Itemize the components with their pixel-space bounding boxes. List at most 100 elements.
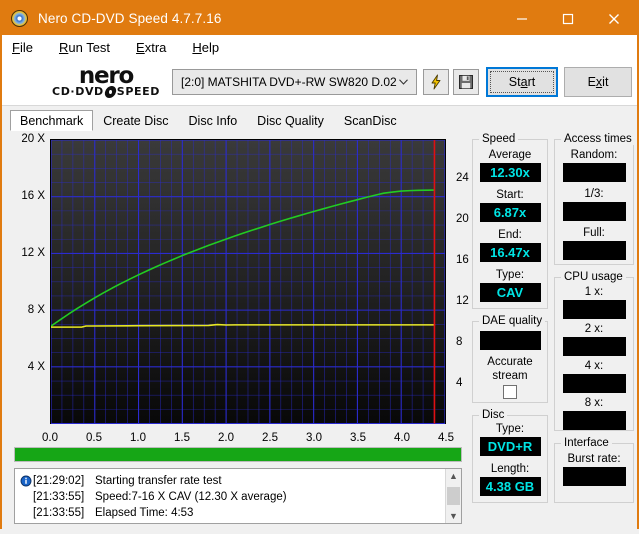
log-timestamp: [21:29:02] [33,475,85,487]
cpu-usage-group: CPU usage 1 x: 2 x: 4 x: 8 x: [554,271,634,431]
chart-y-tick: 4 X [27,361,45,373]
access-third-value [562,202,626,221]
floppy-save-icon [459,75,473,89]
speed-type-label: Type: [495,269,525,281]
drive-select[interactable]: [2:0] MATSHITA DVD+-RW SW820 D.02 [172,69,417,95]
exit-button-label-pre: E [587,75,596,89]
tab-create-disc[interactable]: Create Disc [93,111,179,131]
nero-logo: nero CD·DVD SPEED [26,60,186,104]
disc-type-label: Type: [495,423,525,435]
drive-select-value: [2:0] MATSHITA DVD+-RW SW820 D.02 [181,75,397,89]
tab-benchmark-label: Benchmark [20,113,84,128]
start-button[interactable]: St a rt [486,67,558,97]
dae-quality-value [479,331,541,350]
chart-x-tick: 1.0 [130,432,146,444]
menu-run-test[interactable]: Run Test [59,40,110,55]
speed-average-label: Average [488,149,532,161]
chart-y-tick: 12 X [21,247,45,259]
scroll-down-icon[interactable]: ▼ [449,511,458,521]
menu-file-label: ile [19,40,33,55]
toolbar: nero CD·DVD SPEED [2:0] MATSHITA DVD+-RW… [2,61,637,106]
chart-y-tick: 8 X [27,304,45,316]
interface-group: Interface Burst rate: [554,437,634,503]
disc-icon [103,86,118,98]
cpu-2x-label: 2 x: [584,323,604,335]
tab-disc-quality-label: Disc Quality [257,114,324,128]
log-message: Starting transfer rate test [95,475,222,487]
info-icon [19,475,32,488]
info-panels: Speed Average 12.30x Start: 6.87x End: 1… [470,131,638,534]
log-message: Speed:7-16 X CAV (12.30 X average) [95,491,287,503]
save-button[interactable] [453,69,479,95]
speed-group: Speed Average 12.30x Start: 6.87x End: 1… [472,133,548,309]
log-row: [21:33:55] Speed:7-16 X CAV (12.30 X ave… [19,489,445,505]
cpu-8x-label: 8 x: [584,397,604,409]
disc-type-value: DVD+R [479,437,541,456]
close-button[interactable] [591,2,637,35]
exit-button[interactable]: Ex it [564,67,632,97]
logo-wordmark: nero [78,63,135,89]
chart-x-tick: 2.5 [262,432,278,444]
app-icon [11,10,28,27]
maximize-button[interactable] [545,2,591,35]
start-button-label-post: rt [527,75,536,89]
tab-disc-quality[interactable]: Disc Quality [247,111,334,131]
accurate-stream-checkbox[interactable] [503,385,517,399]
progress-bar [14,447,462,462]
cpu-1x-value [562,300,626,319]
chart-x-tick: 4.0 [394,432,410,444]
app-window: Nero CD-DVD Speed 4.7.7.16 File Run Test… [0,0,639,534]
access-times-group: Access times Random: 1/3: Full: [554,133,635,265]
logo-tagline: CD·DVD SPEED [52,86,160,98]
chart-x-tick: 1.5 [174,432,190,444]
tab-scandisc[interactable]: ScanDisc [333,111,407,131]
speed-end-value: 16.47x [479,243,541,262]
chart-x-tick: 2.0 [218,432,234,444]
disc-length-value: 4.38 GB [479,477,541,496]
menu-run-test-mnemonic: R [58,40,69,55]
window-title: Nero CD-DVD Speed 4.7.7.16 [38,11,222,26]
menu-file-mnemonic: F [12,40,20,55]
access-full-value [562,241,626,260]
menu-file[interactable]: File [12,40,33,55]
start-button-focus: St a rt [490,71,554,93]
chart-x-tick: 0.5 [86,432,102,444]
transfer-rate-chart: 4 X 8 X 12 X 16 X 20 X 4 8 12 16 20 24 0.0 0.5 1.0 1… [8,133,468,453]
chevron-down-icon [399,79,408,85]
tab-disc-info[interactable]: Disc Info [178,111,248,131]
cpu-8x-value [562,411,626,430]
caption-buttons [499,2,637,35]
lightning-icon [431,74,441,90]
disc-length-label: Length: [490,463,530,475]
chart-y2-tick: 16 [456,253,469,266]
tab-benchmark[interactable]: Benchmark [10,110,94,131]
access-random-label: Random: [570,149,618,161]
menu-bar: File Run Test Extra Help [2,35,637,61]
log-row: [21:33:55] Elapsed Time: 4:53 [19,505,445,521]
lightning-button[interactable] [423,69,449,95]
cpu-4x-value [562,374,626,393]
menu-help-mnemonic: H [192,40,202,55]
access-full-label: Full: [583,227,605,239]
menu-help-label: elp [201,40,220,55]
minimize-button[interactable] [499,2,545,35]
speed-start-label: Start: [496,189,524,201]
cpu-1x-label: 1 x: [584,286,604,298]
speed-average-value: 12.30x [479,163,541,182]
menu-extra-label: xtra [144,40,167,55]
dae-group-label: DAE quality [479,315,546,327]
scrollbar-thumb[interactable] [447,487,460,505]
chart-canvas [51,140,445,424]
log-icon-placeholder [19,491,32,504]
chart-y2-tick: 12 [456,294,469,307]
log-timestamp: [21:33:55] [33,507,85,519]
menu-extra[interactable]: Extra [136,40,166,55]
chart-y2-tick: 8 [456,335,463,348]
cpu-2x-value [562,337,626,356]
log-timestamp: [21:33:55] [33,491,85,503]
log-scrollbar[interactable]: ▲ ▼ [445,469,461,523]
menu-help[interactable]: Help [192,40,219,55]
scroll-up-icon[interactable]: ▲ [449,471,458,481]
logo-tagline-left: CD·DVD [52,85,104,98]
speed-group-label: Speed [479,133,519,145]
